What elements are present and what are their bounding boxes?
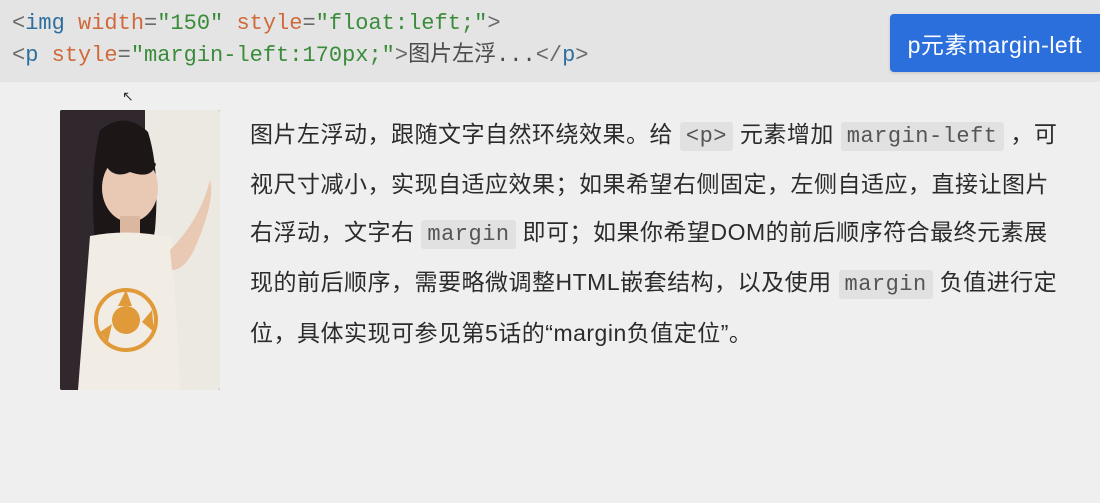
- code-p-tag: <p>: [680, 122, 733, 151]
- margin-left-button[interactable]: p元素margin-left: [890, 14, 1100, 72]
- para-text: 元素增加: [740, 121, 841, 147]
- content-area: 图片左浮动，跟随文字自然环绕效果。给 <p> 元素增加 margin-left …: [0, 82, 1100, 357]
- demo-illustration: [60, 110, 220, 390]
- code-margin-left: margin-left: [841, 122, 1004, 151]
- description-paragraph: 图片左浮动，跟随文字自然环绕效果。给 <p> 元素增加 margin-left …: [250, 110, 1060, 357]
- code-margin: margin: [421, 220, 515, 249]
- para-text: 图片左浮动，跟随文字自然环绕效果。给: [250, 121, 680, 147]
- code-margin-2: margin: [839, 270, 933, 299]
- button-label: p元素margin-left: [908, 32, 1082, 58]
